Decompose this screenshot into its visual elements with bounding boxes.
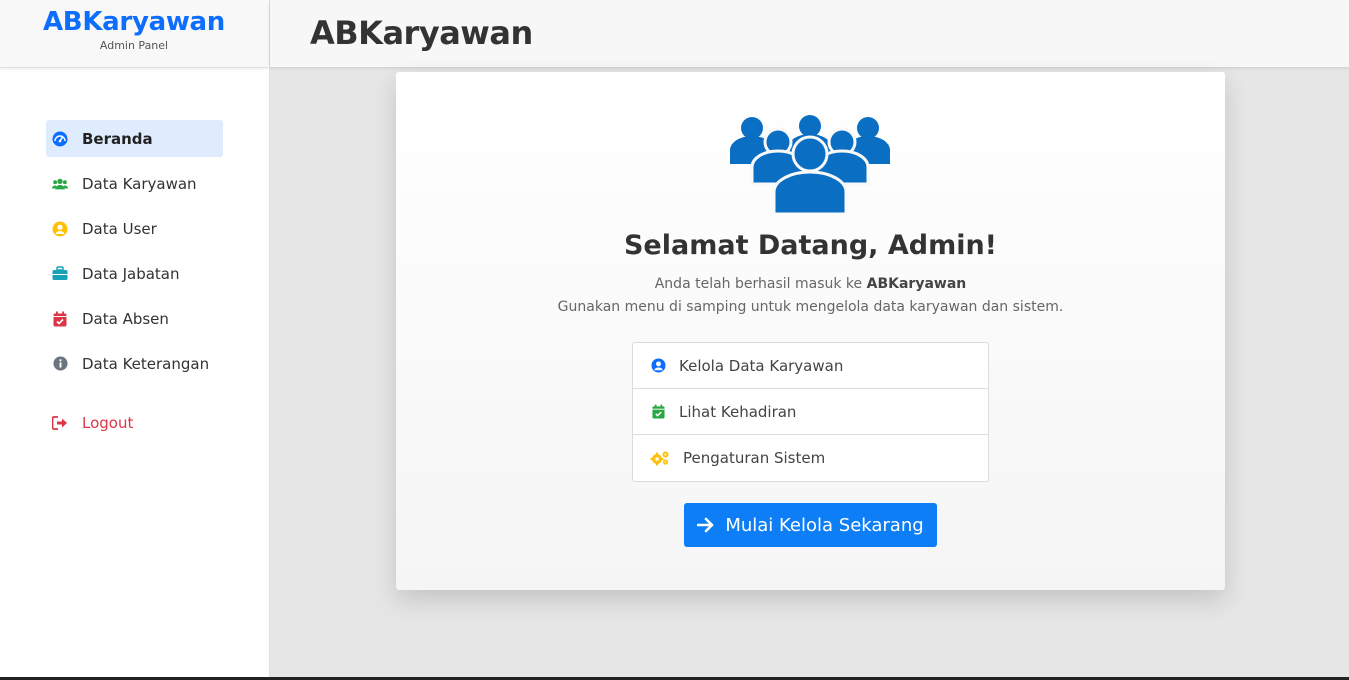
- list-item-label: Lihat Kehadiran: [679, 402, 797, 421]
- sidebar-menu: Beranda Data Karyawan Data User Data Jab…: [46, 120, 223, 449]
- sign-out-icon: [52, 415, 68, 431]
- list-item-label: Kelola Data Karyawan: [679, 356, 844, 375]
- brand-subtitle: Admin Panel: [99, 39, 169, 52]
- cogs-icon: [650, 450, 670, 466]
- sidebar-item-data-karyawan[interactable]: Data Karyawan: [46, 165, 223, 202]
- logout-button[interactable]: Logout: [46, 404, 223, 441]
- briefcase-icon: [52, 266, 68, 282]
- sidebar-item-label: Data User: [82, 219, 157, 238]
- sidebar-item-data-keterangan[interactable]: Data Keterangan: [46, 345, 223, 382]
- intro-text-line2: Gunakan menu di samping untuk mengelola …: [557, 299, 1064, 315]
- sidebar-item-label: Data Absen: [82, 309, 169, 328]
- welcome-card: Selamat Datang, Admin! Anda telah berhas…: [396, 72, 1225, 590]
- list-item-lihat-kehadiran[interactable]: Lihat Kehadiran: [633, 389, 988, 435]
- feature-list: Kelola Data Karyawan Lihat Kehadiran Pen…: [632, 342, 989, 482]
- welcome-heading: Selamat Datang, Admin!: [623, 230, 997, 261]
- sidebar: ABKaryawan Admin Panel Beranda Data Kary…: [0, 0, 270, 678]
- list-item-label: Pengaturan Sistem: [683, 449, 826, 467]
- list-item-pengaturan-sistem[interactable]: Pengaturan Sistem: [633, 435, 988, 481]
- sidebar-item-label: Data Jabatan: [82, 264, 180, 283]
- sidebar-item-data-user[interactable]: Data User: [46, 210, 223, 247]
- calendar-check-icon: [52, 311, 68, 327]
- dashboard-icon: [52, 131, 68, 147]
- brand: ABKaryawan Admin Panel: [0, 0, 268, 68]
- sidebar-item-label: Beranda: [82, 129, 153, 148]
- intro-text: Anda telah berhasil masuk ke ABKaryawan: [396, 276, 1225, 292]
- info-circle-icon: [52, 356, 68, 372]
- intro-brand: ABKaryawan: [866, 276, 967, 292]
- cta-label: Mulai Kelola Sekarang: [725, 514, 924, 536]
- user-circle-icon: [52, 221, 68, 237]
- top-header: ABKaryawan: [270, 0, 1349, 67]
- users-group-icon: [728, 114, 892, 218]
- calendar-check-icon: [650, 404, 666, 420]
- user-circle-icon: [650, 358, 666, 374]
- brand-name[interactable]: ABKaryawan: [0, 7, 268, 37]
- intro-prefix: Anda telah berhasil masuk ke: [654, 276, 863, 292]
- sidebar-item-data-absen[interactable]: Data Absen: [46, 300, 223, 337]
- arrow-right-icon: [697, 517, 715, 533]
- start-manage-button[interactable]: Mulai Kelola Sekarang: [684, 503, 937, 547]
- sidebar-item-label: Data Keterangan: [82, 354, 210, 373]
- users-icon: [52, 176, 68, 192]
- list-item-kelola-data-karyawan[interactable]: Kelola Data Karyawan: [633, 343, 988, 389]
- page-title: ABKaryawan: [310, 14, 533, 52]
- logout-label: Logout: [82, 413, 134, 432]
- sidebar-item-data-jabatan[interactable]: Data Jabatan: [46, 255, 223, 292]
- sidebar-item-beranda[interactable]: Beranda: [46, 120, 223, 157]
- sidebar-item-label: Data Karyawan: [82, 174, 197, 193]
